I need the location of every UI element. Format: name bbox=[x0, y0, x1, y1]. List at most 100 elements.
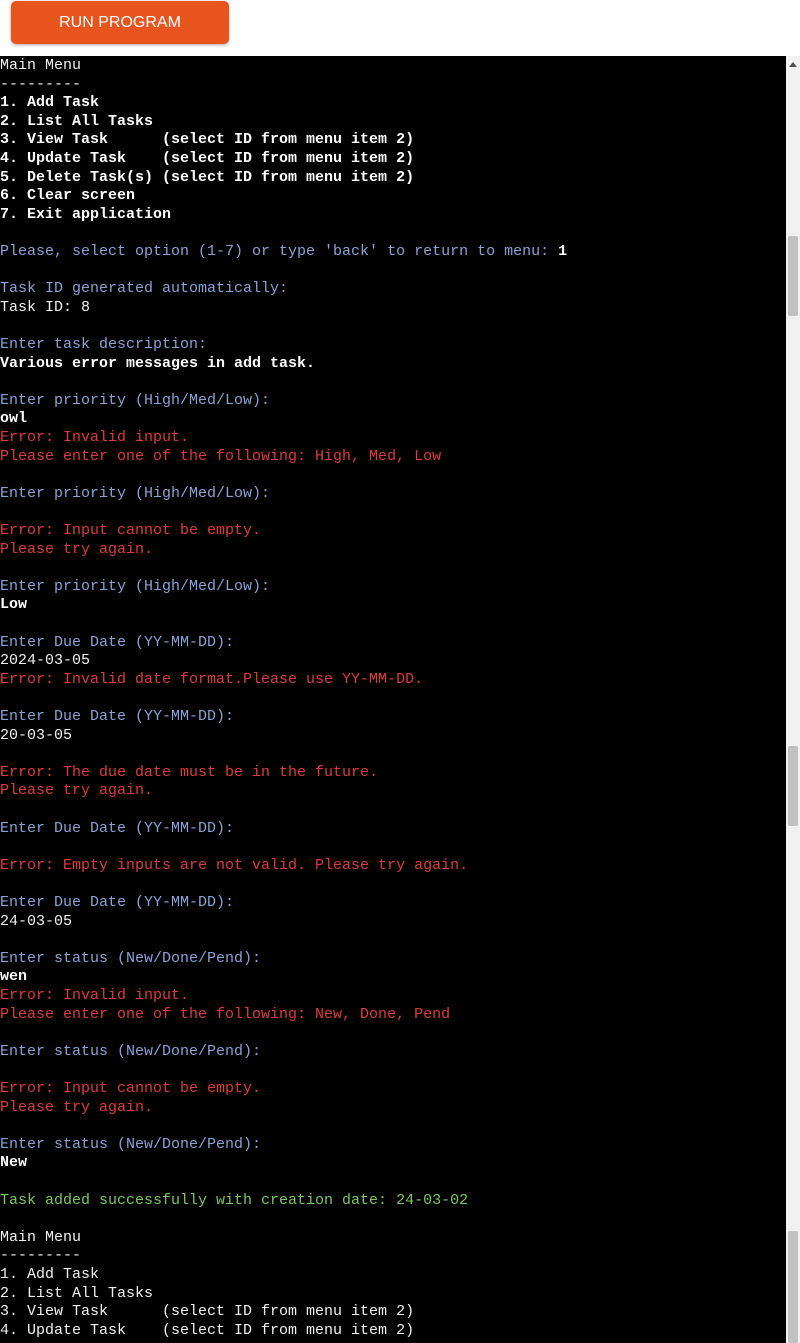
terminal-line-text: 6. Clear screen bbox=[0, 187, 136, 205]
terminal-line: Enter priority (High/Med/Low): bbox=[0, 485, 270, 504]
terminal-line: 1. Add Task bbox=[0, 1266, 99, 1285]
terminal-line-text: --------- bbox=[0, 1247, 82, 1265]
terminal-line-text: 24-03-05 bbox=[0, 912, 73, 930]
terminal-line: Error: Input cannot be empty. bbox=[0, 1080, 261, 1099]
terminal-line-text: Enter priority (High/Med/Low): bbox=[0, 391, 271, 409]
terminal-line-text: Enter priority (High/Med/Low): bbox=[0, 484, 271, 502]
terminal-line: Enter Due Date (YY-MM-DD): bbox=[0, 820, 234, 839]
terminal-line-text: Error: Input cannot be empty. bbox=[0, 522, 262, 539]
terminal-line: Low bbox=[0, 596, 27, 615]
terminal-line-text: Various error messages in add task. bbox=[0, 354, 316, 372]
terminal-line: 7. Exit application bbox=[0, 206, 171, 225]
scroll-thumb-segment bbox=[788, 1231, 798, 1343]
terminal-line: Task ID generated automatically: bbox=[0, 280, 288, 299]
terminal-line: Please try again. bbox=[0, 541, 153, 560]
terminal-line-text: Error: Invalid input. bbox=[0, 987, 190, 1004]
terminal-line: 2024-03-05 bbox=[0, 652, 90, 671]
terminal-line: Please try again. bbox=[0, 782, 153, 801]
terminal-line-text: Error: The due date must be in the futur… bbox=[0, 763, 379, 781]
terminal-line-text: Error: Input cannot be empty. bbox=[0, 1080, 262, 1097]
terminal-line-text: Enter Due Date (YY-MM-DD): bbox=[0, 819, 235, 837]
terminal-line-text: 20-03-05 bbox=[0, 726, 73, 744]
terminal-line: Main Menu bbox=[0, 1229, 81, 1248]
toolbar: RUN PROGRAM bbox=[0, 0, 800, 56]
terminal-line: New bbox=[0, 1154, 27, 1173]
terminal-line-text: Task ID generated automatically: bbox=[0, 280, 289, 298]
terminal-line: Error: Invalid input. bbox=[0, 429, 189, 448]
terminal-line: 2. List All Tasks bbox=[0, 113, 153, 132]
terminal-line-text: Please try again. bbox=[0, 1098, 154, 1116]
terminal-line-text: --------- bbox=[0, 75, 82, 93]
scroll-thumb[interactable] bbox=[788, 236, 798, 316]
terminal-line-text: Enter priority (High/Med/Low): bbox=[0, 577, 271, 595]
terminal-line-text: 1. Add Task bbox=[0, 1266, 100, 1283]
terminal-line-text: Enter status (New/Done/Pend): bbox=[0, 949, 262, 967]
terminal-line: Please enter one of the following: New, … bbox=[0, 1006, 450, 1025]
terminal-line: Task ID: 8 bbox=[0, 299, 90, 318]
terminal-line: 1. Add Task bbox=[0, 94, 99, 113]
terminal-line: Enter Due Date (YY-MM-DD): bbox=[0, 708, 234, 727]
terminal-line-text: 7. Exit application bbox=[0, 205, 172, 223]
terminal-line-text: Error: Invalid date format.Please use YY… bbox=[0, 670, 424, 688]
scroll-thumb-segment bbox=[788, 746, 798, 826]
terminal-line-text: Please try again. bbox=[0, 782, 154, 800]
terminal-line: Error: Input cannot be empty. bbox=[0, 522, 261, 541]
terminal-line: 4. Update Task (select ID from menu item… bbox=[0, 1322, 414, 1341]
terminal-line-text: Please enter one of the following: High,… bbox=[0, 447, 442, 465]
terminal-line-text: owl bbox=[0, 410, 28, 428]
terminal-scrollbar[interactable] bbox=[786, 56, 800, 1343]
terminal-line: 3. View Task (select ID from menu item 2… bbox=[0, 1303, 414, 1322]
terminal-user-input: 1 bbox=[558, 243, 568, 260]
run-program-button[interactable]: RUN PROGRAM bbox=[11, 1, 229, 44]
terminal-line: --------- bbox=[0, 1247, 81, 1266]
terminal-line: Enter status (New/Done/Pend): bbox=[0, 1136, 261, 1155]
terminal-line-text: 2. List All Tasks bbox=[0, 1284, 154, 1302]
terminal-line: Error: Invalid input. bbox=[0, 987, 189, 1006]
terminal-line-text: Enter status (New/Done/Pend): bbox=[0, 1042, 262, 1060]
scroll-up-icon[interactable] bbox=[789, 62, 797, 67]
terminal-line: 5. Delete Task(s) (select ID from menu i… bbox=[0, 169, 414, 188]
terminal-line-text: 2. List All Tasks bbox=[0, 112, 154, 130]
terminal-line: Enter Due Date (YY-MM-DD): bbox=[0, 634, 234, 653]
terminal-output[interactable]: Main Menu --------- 1. Add Task 2. List All… bbox=[0, 56, 786, 1343]
terminal-line-text: 5. Delete Task(s) (select ID from menu i… bbox=[0, 168, 415, 186]
terminal-line-text: New bbox=[0, 1154, 28, 1172]
terminal-line-text: Enter task description: bbox=[0, 336, 208, 353]
terminal-line-text: Enter Due Date (YY-MM-DD): bbox=[0, 894, 235, 911]
terminal-line: Error: The due date must be in the futur… bbox=[0, 764, 378, 783]
terminal-line-text: Task added successfully with creation da… bbox=[0, 1191, 469, 1209]
terminal-line: Enter task description: bbox=[0, 336, 207, 355]
terminal-line-text: 3. View Task (select ID from menu item 2… bbox=[0, 1303, 415, 1321]
terminal-line: 6. Clear screen bbox=[0, 187, 135, 206]
terminal-line: wen bbox=[0, 968, 27, 987]
terminal-line-text: Task ID: 8 bbox=[0, 298, 91, 316]
terminal-line-text: 4. Update Task (select ID from menu item… bbox=[0, 1321, 415, 1339]
terminal-line: Enter status (New/Done/Pend): bbox=[0, 1043, 261, 1062]
terminal-line: Enter priority (High/Med/Low): bbox=[0, 578, 270, 597]
terminal-line: Enter Due Date (YY-MM-DD): bbox=[0, 894, 234, 913]
terminal-line-text: 4. Update Task (select ID from menu item… bbox=[0, 150, 415, 167]
terminal-line: Various error messages in add task. bbox=[0, 355, 315, 374]
terminal-line-text: Enter Due Date (YY-MM-DD): bbox=[0, 708, 235, 725]
terminal-line-text: Enter status (New/Done/Pend): bbox=[0, 1135, 262, 1153]
terminal-line: 4. Update Task (select ID from menu item… bbox=[0, 150, 414, 169]
terminal-line: 20-03-05 bbox=[0, 727, 72, 746]
terminal-line: Error: Invalid date format.Please use YY… bbox=[0, 671, 423, 690]
terminal-line: owl bbox=[0, 410, 27, 429]
terminal-line-text: wen bbox=[0, 968, 28, 986]
terminal-line: 24-03-05 bbox=[0, 913, 72, 932]
terminal-line-text: Enter Due Date (YY-MM-DD): bbox=[0, 633, 235, 651]
terminal-line: --------- bbox=[0, 76, 81, 95]
terminal-line: Please, select option (1-7) or type 'bac… bbox=[0, 243, 567, 262]
terminal-line: Enter status (New/Done/Pend): bbox=[0, 950, 261, 969]
terminal-line-text: Error: Invalid input. bbox=[0, 429, 190, 446]
terminal-line-text: Main Menu bbox=[0, 57, 82, 74]
terminal-line: Main Menu bbox=[0, 57, 81, 76]
terminal-line-text: Error: Empty inputs are not valid. Pleas… bbox=[0, 856, 469, 874]
terminal-line-text: Low bbox=[0, 596, 28, 614]
terminal-line: Task added successfully with creation da… bbox=[0, 1192, 468, 1211]
terminal-line-text: Please try again. bbox=[0, 540, 154, 558]
terminal-line: 3. View Task (select ID from menu item 2… bbox=[0, 131, 414, 150]
terminal-line: Error: Empty inputs are not valid. Pleas… bbox=[0, 857, 468, 876]
terminal-line-text: Main Menu bbox=[0, 1228, 82, 1246]
